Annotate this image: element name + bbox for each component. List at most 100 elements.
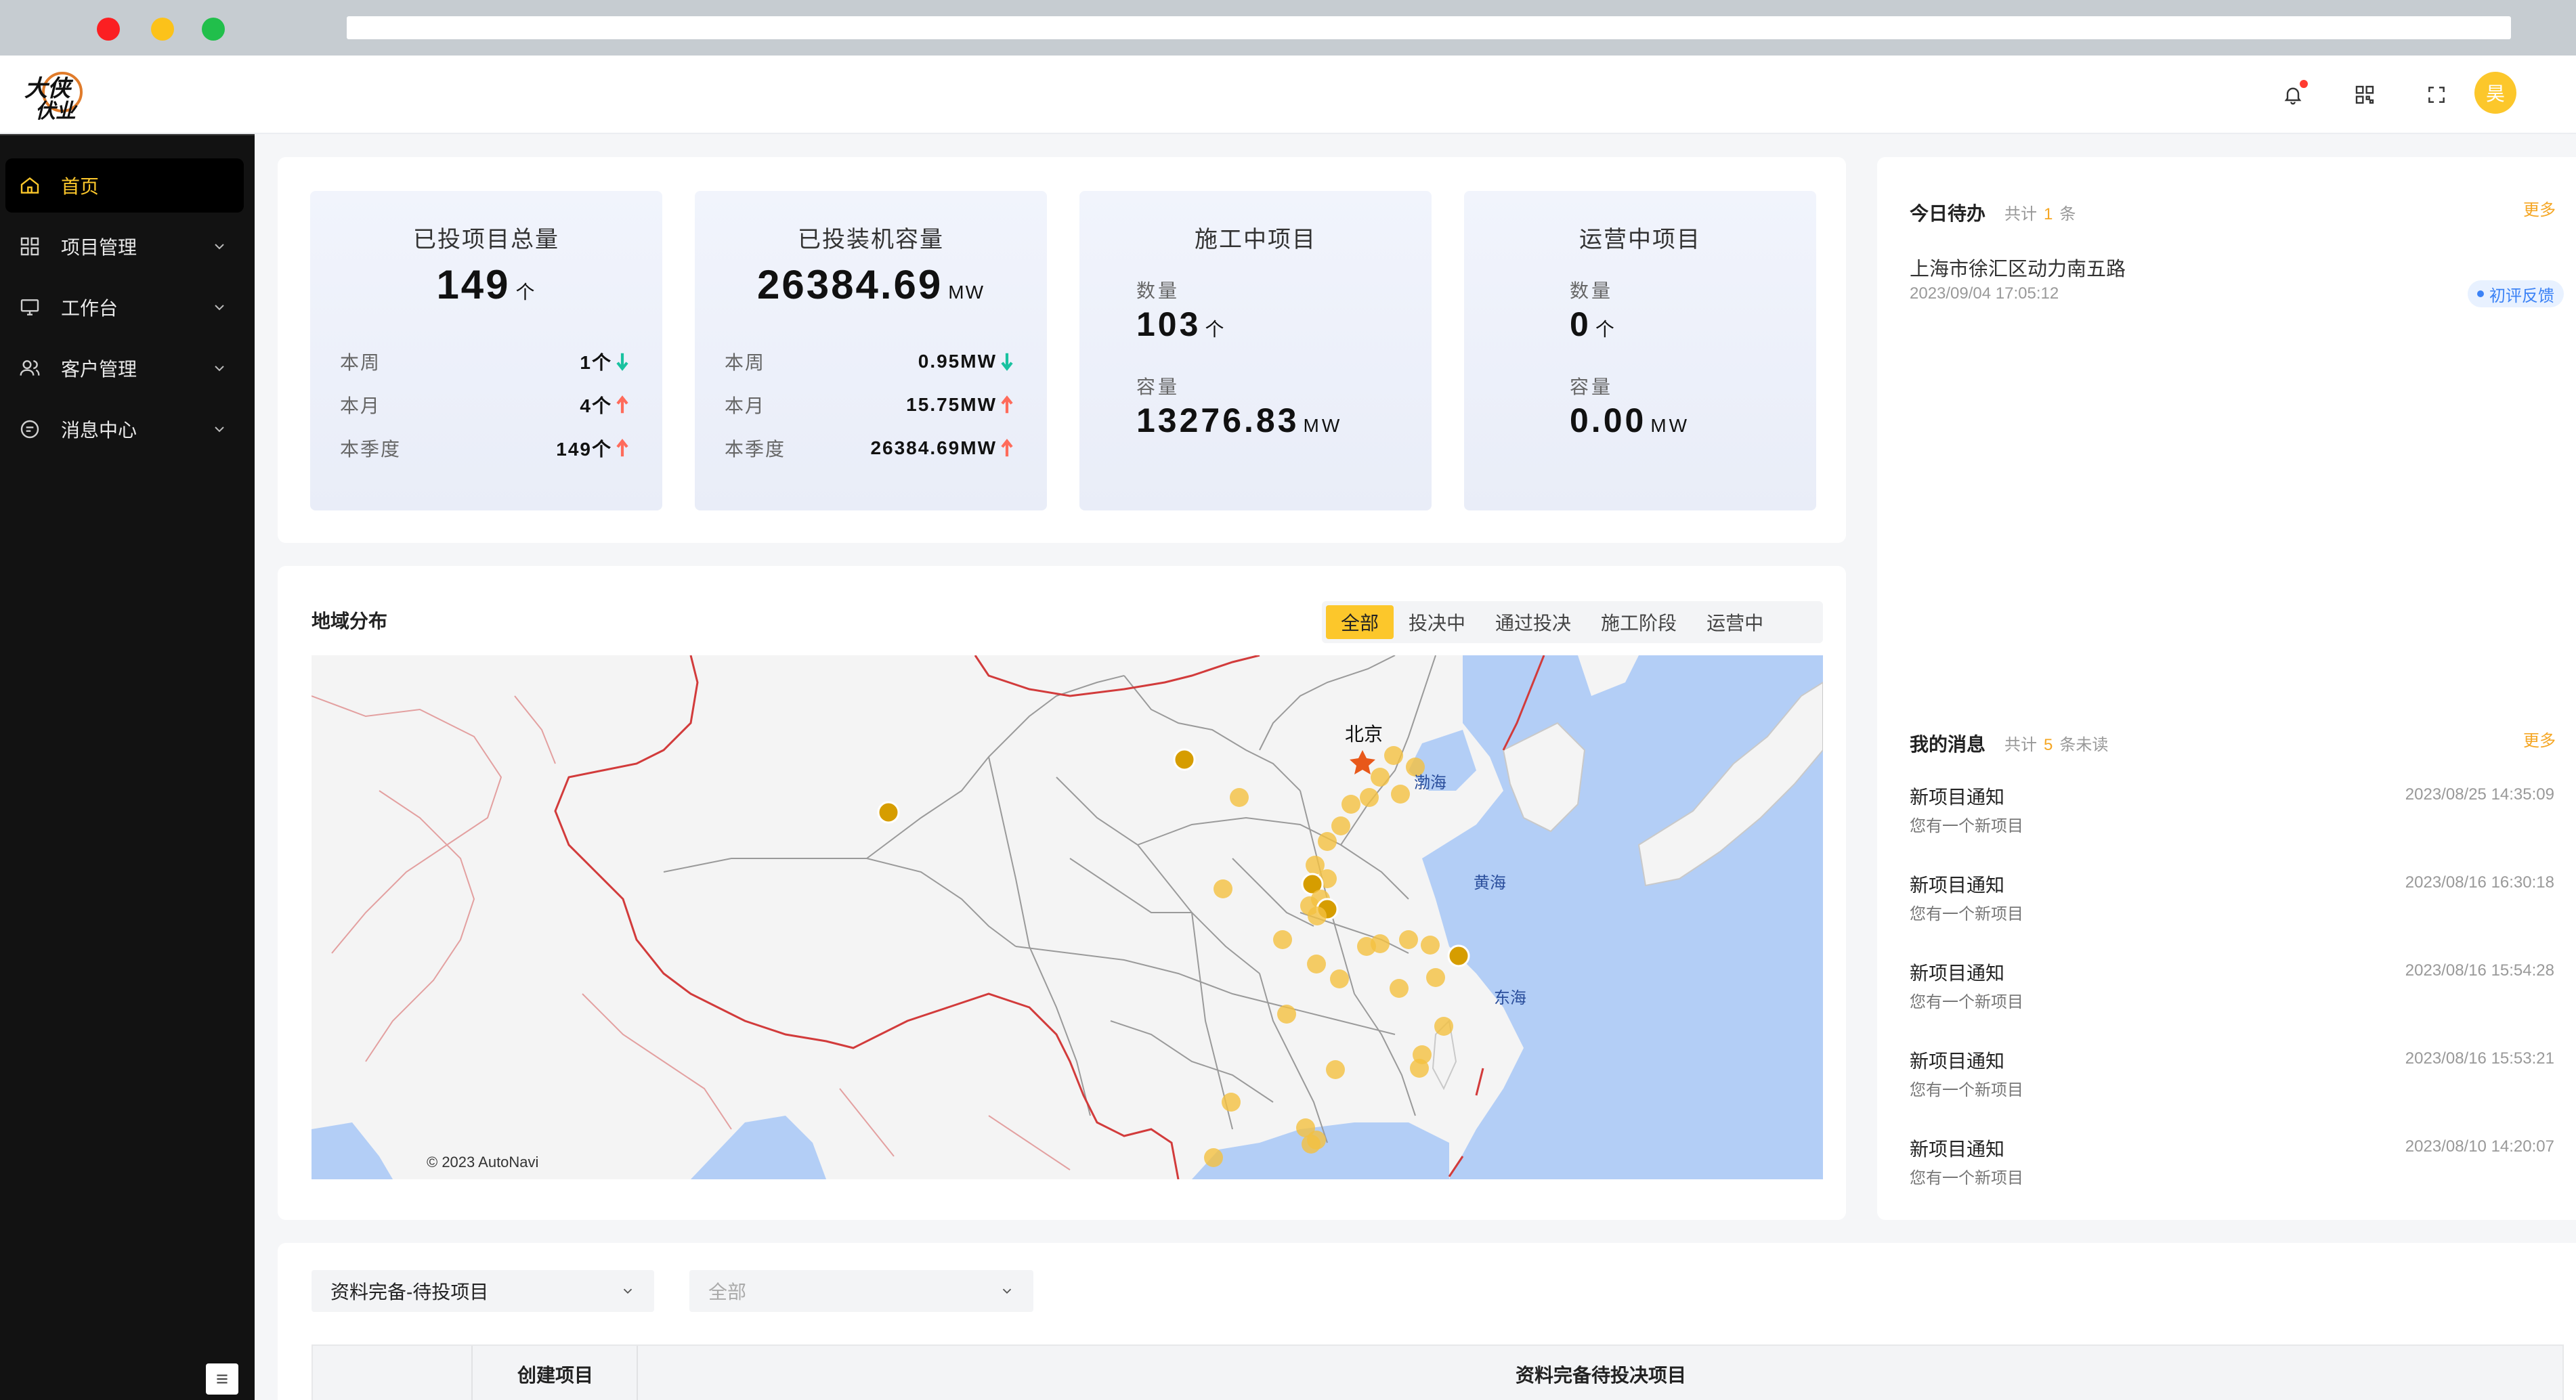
map-marker[interactable]	[1331, 816, 1350, 835]
svg-text:伏业: 伏业	[35, 100, 78, 123]
sidebar-item-home[interactable]: 首页	[5, 158, 244, 213]
map-svg: 北京 渤海 黄海 东海 © 2023 AutoNavi	[312, 655, 1823, 1179]
chevron-down-icon	[623, 1288, 632, 1294]
window-maximize-button[interactable]	[202, 18, 225, 41]
map-marker[interactable]	[1391, 785, 1410, 804]
map-marker[interactable]	[1371, 934, 1390, 953]
map-marker[interactable]	[1302, 1135, 1321, 1154]
map-label-huanghai: 黄海	[1474, 874, 1506, 892]
stat-title: 运营中项目	[1579, 227, 1701, 253]
stat-installed-capacity: 已投装机容量 26384.69 MW 本周 0.95MW 本月 15.75MW 本…	[695, 191, 1047, 510]
sidebar-item-customer-management[interactable]: 客户管理	[5, 341, 244, 395]
map-marker[interactable]	[1399, 930, 1418, 949]
trend-up-icon	[616, 395, 628, 414]
chevron-down-icon	[215, 244, 224, 250]
bay-of-bengal	[691, 1116, 826, 1179]
map-marker[interactable]	[1410, 1059, 1429, 1078]
status-badge: 初评反馈	[2468, 280, 2564, 307]
stat-row-month: 本月 4个	[340, 391, 630, 418]
window-close-button[interactable]	[97, 18, 120, 41]
map-filter-tabs: 全部 投决中 通过投决 施工阶段 运营中	[1322, 601, 1823, 643]
capacity-label: 容量	[1570, 376, 1614, 397]
filter-construction[interactable]: 施工阶段	[1586, 605, 1692, 639]
stat-total-projects: 已投项目总量 149 个 本周 1个 本月 4个 本季度 149个	[310, 191, 662, 510]
map-marker[interactable]	[1426, 968, 1445, 987]
window-minimize-button[interactable]	[151, 18, 174, 41]
capital-star-icon	[1350, 750, 1375, 774]
trend-up-icon	[1001, 395, 1013, 414]
message-item[interactable]: 新项目通知 您有一个新项目 2023/08/16 16:30:18	[1910, 871, 2554, 932]
project-status-select[interactable]: 资料完备-待投项目	[312, 1270, 654, 1312]
messages-more-link[interactable]: 更多	[2523, 727, 2556, 751]
filter-all[interactable]: 全部	[1326, 605, 1394, 639]
map-marker[interactable]	[1222, 1093, 1241, 1112]
brand-logo[interactable]: 大侠 伏业	[20, 65, 85, 125]
message-item[interactable]: 新项目通知 您有一个新项目 2023/08/25 14:35:09	[1910, 783, 2554, 844]
map-marker[interactable]	[1371, 768, 1390, 787]
sidebar: 首页 项目管理 工作台 客户管理 消息中心	[0, 134, 255, 1400]
message-item[interactable]: 新项目通知 您有一个新项目 2023/08/16 15:53:21	[1910, 1047, 2554, 1108]
address-bar[interactable]	[347, 16, 2511, 39]
map-marker[interactable]	[1360, 788, 1379, 807]
map-marker[interactable]	[1173, 748, 1196, 771]
messages-count: 共计 5 条未读	[2004, 736, 2109, 754]
stat-row-month: 本月 15.75MW	[725, 391, 1014, 418]
map-marker[interactable]	[1421, 936, 1440, 955]
count-label: 数量	[1570, 280, 1614, 301]
map-marker[interactable]	[1447, 944, 1470, 967]
message-item[interactable]: 新项目通知 您有一个新项目 2023/08/10 14:20:07	[1910, 1135, 2554, 1196]
sidebar-item-workbench[interactable]: 工作台	[5, 280, 244, 334]
map-marker[interactable]	[1230, 788, 1249, 807]
chevron-down-icon	[215, 305, 224, 311]
map-marker[interactable]	[1273, 930, 1292, 949]
capacity-value: 0.00 MW	[1570, 401, 1690, 439]
notification-bell-icon[interactable]	[2273, 74, 2313, 115]
map-marker[interactable]	[1318, 832, 1337, 851]
map-label-beijing: 北京	[1345, 724, 1383, 745]
stat-row-week: 本周 1个	[340, 348, 630, 375]
map-marker[interactable]	[1277, 1005, 1296, 1024]
sidebar-collapse-button[interactable]	[206, 1363, 238, 1395]
stat-title: 已投项目总量	[413, 227, 559, 253]
todo-more-link[interactable]: 更多	[2523, 196, 2556, 220]
stat-value: 149 个	[436, 262, 536, 307]
grid-icon	[19, 236, 41, 257]
sidebar-item-label: 项目管理	[61, 237, 137, 258]
sidebar-item-label: 工作台	[61, 298, 119, 319]
filter-deciding[interactable]: 投决中	[1394, 605, 1480, 639]
map-marker[interactable]	[1390, 979, 1409, 998]
stat-row-quarter: 本季度 149个	[340, 435, 630, 462]
map-marker[interactable]	[1384, 746, 1403, 765]
count-label: 数量	[1136, 280, 1180, 301]
taiwan-strait-line	[1475, 1068, 1484, 1096]
filter-operating[interactable]: 运营中	[1692, 605, 1778, 639]
map-marker[interactable]	[1326, 1060, 1345, 1079]
map-marker[interactable]	[1434, 1017, 1453, 1036]
sidebar-item-message-center[interactable]: 消息中心	[5, 402, 244, 456]
sidebar-item-project-management[interactable]: 项目管理	[5, 219, 244, 274]
qrcode-icon[interactable]	[2344, 74, 2385, 115]
stat-construction-projects: 施工中项目 数量 103 个 容量 13276.83 MW	[1079, 191, 1432, 510]
count-value: 103 个	[1136, 305, 1227, 343]
map-marker[interactable]	[1214, 879, 1232, 898]
user-avatar[interactable]: 昊	[2474, 72, 2516, 114]
filter-approved[interactable]: 通过投决	[1480, 605, 1586, 639]
todo-item-name[interactable]: 上海市徐汇区动力南五路	[1910, 253, 2126, 282]
trend-down-icon	[616, 353, 628, 371]
notification-badge	[2300, 80, 2308, 88]
map-marker[interactable]	[1341, 795, 1360, 814]
sidebar-item-label: 首页	[61, 176, 100, 197]
fullscreen-icon[interactable]	[2416, 74, 2457, 115]
message-item[interactable]: 新项目通知 您有一个新项目 2023/08/16 15:54:28	[1910, 959, 2554, 1020]
map-marker[interactable]	[1204, 1148, 1223, 1167]
map-marker[interactable]	[1330, 969, 1349, 988]
map-marker[interactable]	[1307, 955, 1326, 974]
column-header-pending: 资料完备待投决项目	[1516, 1365, 1687, 1386]
app-header: 大侠 伏业	[0, 56, 2576, 134]
column-header-created: 创建项目	[517, 1365, 594, 1386]
chevron-down-icon	[215, 426, 224, 433]
region-map[interactable]: 北京 渤海 黄海 东海 © 2023 AutoNavi	[312, 655, 1823, 1179]
map-marker[interactable]	[1308, 906, 1327, 925]
map-marker[interactable]	[877, 801, 900, 824]
project-filter-select[interactable]: 全部	[689, 1270, 1033, 1312]
